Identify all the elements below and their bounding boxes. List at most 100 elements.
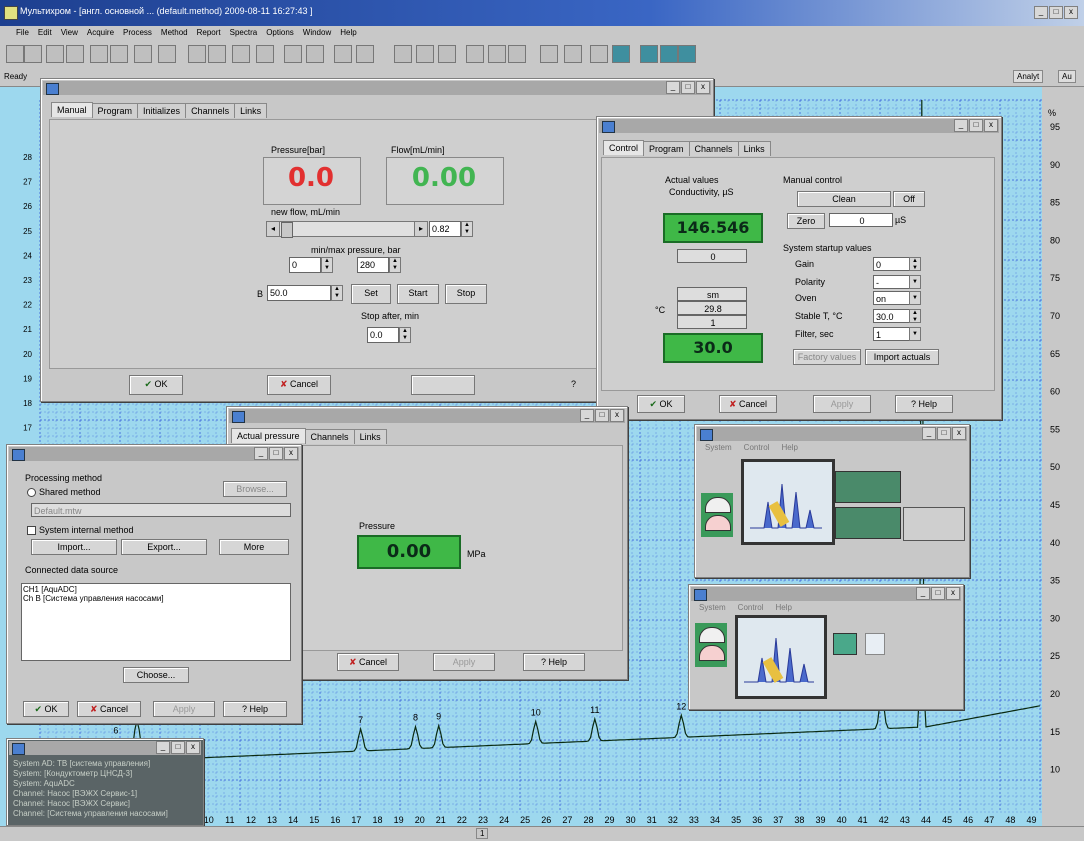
toolbar-button-icon[interactable] — [134, 45, 152, 63]
toolbar-button-icon[interactable] — [394, 45, 412, 63]
choose-button[interactable]: Choose... — [123, 667, 189, 683]
close-button[interactable]: x — [984, 119, 998, 132]
import-actuals-button[interactable]: Import actuals — [865, 349, 939, 365]
toolbar-button-icon[interactable] — [508, 45, 526, 63]
gain-spinner[interactable]: ▲ ▼ — [909, 257, 921, 271]
maximize-button[interactable]: □ — [937, 427, 951, 440]
toolbar-button-icon[interactable] — [660, 45, 678, 63]
tab-initializes[interactable]: Initializes — [137, 103, 187, 118]
help-button[interactable]: ? Help — [895, 395, 953, 413]
module-indicator[interactable] — [833, 633, 857, 655]
toolbar-button-icon[interactable] — [540, 45, 558, 63]
menu-help[interactable]: Help — [775, 603, 791, 612]
stop-button[interactable]: Stop — [445, 284, 487, 304]
source-item-2[interactable]: Ch B [Система управления насосами] — [23, 594, 289, 603]
menu-options[interactable]: Options — [266, 26, 294, 39]
toolbar-button-icon[interactable] — [188, 45, 206, 63]
ok-button[interactable]: ✔ OK — [637, 395, 685, 413]
minimize-button[interactable]: _ — [156, 741, 170, 754]
system-method-checkbox[interactable]: System internal method — [27, 525, 134, 536]
module-control-block[interactable] — [903, 507, 965, 541]
menu-control[interactable]: Control — [744, 443, 770, 452]
b-value-spinner[interactable]: ▲ ▼ — [331, 285, 343, 301]
close-button[interactable]: x — [946, 587, 960, 600]
tab-analyt[interactable]: Analyt — [1013, 70, 1044, 83]
toolbar-button-icon[interactable] — [284, 45, 302, 63]
tab-actual-pressure[interactable]: Actual pressure — [231, 428, 306, 443]
app-maximize-button[interactable]: □ — [1049, 6, 1063, 19]
close-button[interactable]: x — [696, 81, 710, 94]
tab-links[interactable]: Links — [353, 429, 387, 444]
tab-links[interactable]: Links — [737, 141, 771, 156]
toolbar-button-icon[interactable] — [90, 45, 108, 63]
minimize-button[interactable]: _ — [254, 447, 268, 460]
cancel-button[interactable]: ✘ Cancel — [267, 375, 331, 395]
tab-manual[interactable]: Manual — [51, 102, 93, 117]
toolbar-button-icon[interactable] — [356, 45, 374, 63]
menu-help[interactable]: Help — [340, 26, 356, 39]
close-button[interactable]: x — [610, 409, 624, 422]
flow-rate-field[interactable]: 0.82 — [429, 221, 461, 237]
toolbar-button-icon[interactable] — [678, 45, 696, 63]
flow-rate-spinner[interactable]: ▲ ▼ — [461, 221, 473, 237]
help-button[interactable]: ? Help — [523, 653, 585, 671]
cancel-button[interactable]: ✘ Cancel — [719, 395, 777, 413]
oven-select[interactable]: on — [873, 291, 911, 305]
toolbar-button-icon[interactable] — [208, 45, 226, 63]
shared-method-radio[interactable]: Shared method — [27, 487, 101, 498]
min-pressure-field[interactable]: 0 — [289, 257, 321, 273]
tab-channels[interactable]: Channels — [185, 103, 236, 118]
toolbar-button-icon[interactable] — [488, 45, 506, 63]
menu-system[interactable]: System — [699, 603, 726, 612]
polarity-dropdown-arrow[interactable]: ▼ — [909, 275, 921, 289]
start-button[interactable]: Start — [397, 284, 439, 304]
slider-right-arrow[interactable]: ▸ — [414, 222, 427, 236]
maximize-button[interactable]: □ — [931, 587, 945, 600]
apply-button-disabled[interactable] — [411, 375, 475, 395]
tab-au[interactable]: Au — [1058, 70, 1076, 83]
tab-control[interactable]: Control — [603, 140, 645, 155]
cancel-button[interactable]: ✘ Cancel — [337, 653, 399, 671]
close-button[interactable]: x — [284, 447, 298, 460]
toolbar-button-icon[interactable] — [6, 45, 24, 63]
export-button[interactable]: Export... — [121, 539, 207, 555]
max-pressure-spinner[interactable]: ▲ ▼ — [389, 257, 401, 273]
tab-program[interactable]: Program — [643, 141, 690, 156]
tab-channels[interactable]: Channels — [304, 429, 355, 444]
stop-after-field[interactable]: 0.0 — [367, 327, 399, 343]
maximize-button[interactable]: □ — [681, 81, 695, 94]
gauge-icon[interactable] — [695, 623, 727, 667]
minimize-button[interactable]: _ — [580, 409, 594, 422]
gain-field[interactable]: 0 — [873, 257, 911, 271]
menu-help[interactable]: Help — [781, 443, 797, 452]
menu-system[interactable]: System — [705, 443, 732, 452]
zero-button[interactable]: Zero — [787, 213, 825, 229]
minimize-button[interactable]: _ — [916, 587, 930, 600]
menu-process[interactable]: Process — [123, 26, 152, 39]
menu-control[interactable]: Control — [738, 603, 764, 612]
maximize-button[interactable]: □ — [269, 447, 283, 460]
app-minimize-button[interactable]: _ — [1034, 6, 1048, 19]
zero-value-field[interactable]: 0 — [829, 213, 893, 227]
source-item-1[interactable]: CH1 [AquADC] — [23, 585, 289, 594]
menu-edit[interactable]: Edit — [38, 26, 52, 39]
toolbar-button-icon[interactable] — [232, 45, 250, 63]
more-button[interactable]: More — [219, 539, 289, 555]
max-pressure-field[interactable]: 280 — [357, 257, 389, 273]
factory-values-button[interactable]: Factory values — [793, 349, 861, 365]
maximize-button[interactable]: □ — [171, 741, 185, 754]
apply-button[interactable]: Apply — [153, 701, 215, 717]
toolbar-button-icon[interactable] — [640, 45, 658, 63]
ok-button[interactable]: ✔ OK — [129, 375, 183, 395]
close-button[interactable]: x — [186, 741, 200, 754]
app-close-button[interactable]: x — [1064, 6, 1078, 19]
menu-file[interactable]: File — [16, 26, 29, 39]
b-value-field[interactable]: 50.0 — [267, 285, 331, 301]
menu-method[interactable]: Method — [161, 26, 188, 39]
filter-dropdown-arrow[interactable]: ▼ — [909, 327, 921, 341]
menu-window[interactable]: Window — [303, 26, 331, 39]
browse-button[interactable]: Browse... — [223, 481, 287, 497]
minimize-button[interactable]: _ — [666, 81, 680, 94]
help-mark[interactable]: ? — [571, 379, 576, 389]
toolbar-button-icon[interactable] — [158, 45, 176, 63]
